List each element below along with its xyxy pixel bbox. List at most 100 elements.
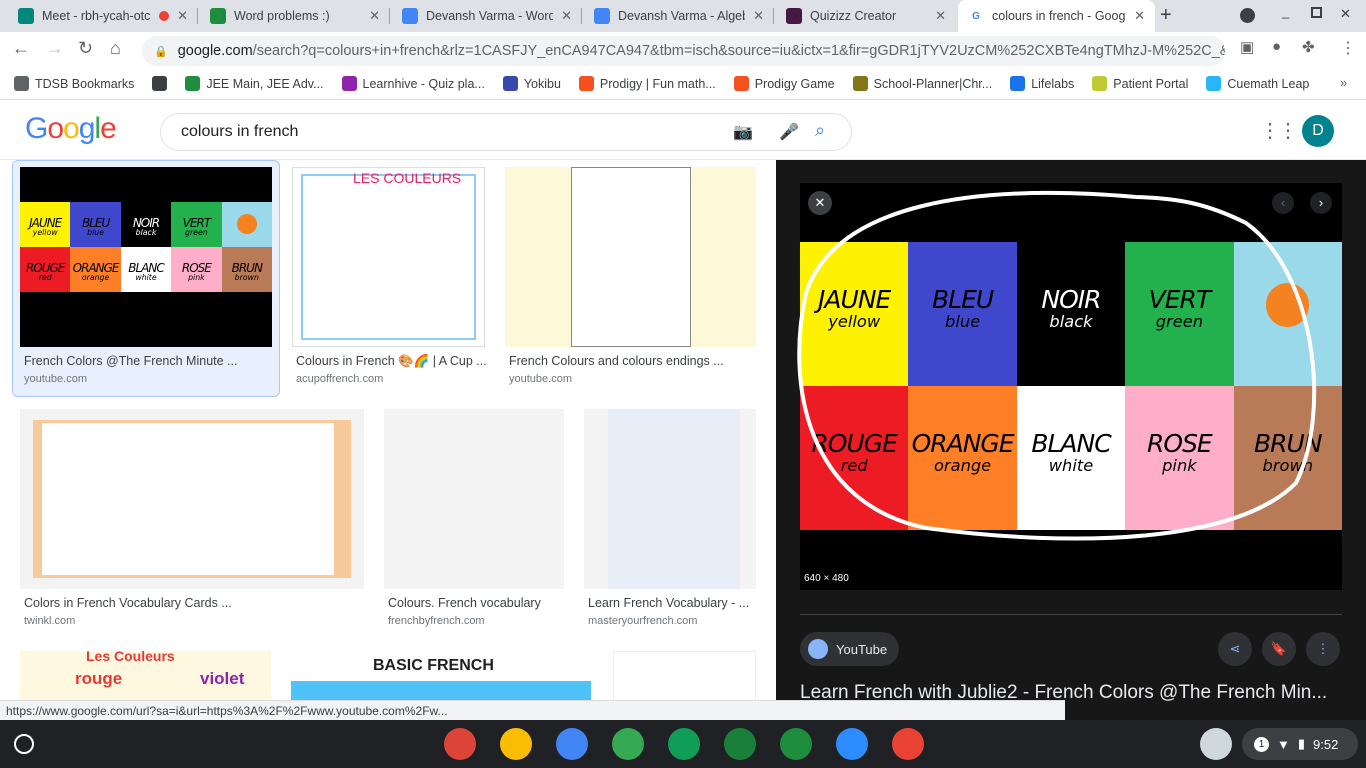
color-tile: BRUN brown bbox=[221, 247, 272, 292]
result-thumbnail[interactable] bbox=[384, 409, 564, 589]
search-icon[interactable]: ⌕ bbox=[815, 120, 825, 141]
close-tab-icon[interactable]: ✕ bbox=[177, 8, 188, 24]
previous-image-button[interactable]: ‹ bbox=[1272, 192, 1294, 214]
browser-tab[interactable]: Devansh Varma - Word ✕ bbox=[392, 0, 582, 32]
lock-icon: 🔒 bbox=[154, 45, 168, 58]
result-source: masteryourfrench.com bbox=[588, 615, 698, 627]
close-tab-icon[interactable]: ✕ bbox=[1134, 8, 1145, 24]
system-tray[interactable]: 1 ▼ ▮ 9:52 bbox=[1242, 728, 1358, 760]
color-tile: BLEU blue bbox=[70, 202, 121, 247]
close-preview-button[interactable]: ✕ bbox=[808, 191, 832, 215]
extensions-puzzle-icon[interactable]: ✤ bbox=[1302, 38, 1315, 56]
tab-separator bbox=[389, 8, 390, 24]
google-logo[interactable]: Google bbox=[25, 112, 117, 146]
bookmark-item[interactable]: Learnhive - Quiz pla... bbox=[341, 76, 485, 91]
bookmark-item[interactable]: TDSB Bookmarks bbox=[14, 76, 134, 91]
tab-separator bbox=[197, 8, 198, 24]
bookmark-favicon bbox=[502, 76, 518, 91]
bookmark-item[interactable]: Prodigy Game bbox=[733, 76, 835, 91]
share-button[interactable]: ⋖ bbox=[1218, 632, 1252, 666]
zoom-icon[interactable] bbox=[836, 728, 868, 760]
menu-icon[interactable]: ⋮ bbox=[1340, 38, 1356, 58]
chrome-icon[interactable] bbox=[444, 728, 476, 760]
extension-icon[interactable]: ▣ bbox=[1240, 38, 1254, 56]
bookmark-item[interactable]: Lifelabs bbox=[1010, 76, 1074, 91]
camera-search-icon[interactable]: 📷 bbox=[733, 122, 753, 142]
bookmark-item[interactable]: Yokibu bbox=[502, 76, 561, 91]
next-image-button[interactable]: › bbox=[1310, 192, 1332, 214]
meet-icon bbox=[18, 8, 34, 24]
docs-icon[interactable] bbox=[556, 728, 588, 760]
result-title-link[interactable]: Colours. French vocabulary bbox=[388, 596, 541, 610]
color-tile bbox=[221, 202, 272, 247]
close-tab-icon[interactable]: ✕ bbox=[935, 8, 946, 24]
bookmarks-bar: TDSB Bookmarks JEE Main, JEE Adv... Learnh… bbox=[0, 68, 1366, 100]
close-tab-icon[interactable]: ✕ bbox=[561, 8, 572, 24]
bookmark-item[interactable]: School-Planner|Chr... bbox=[852, 76, 992, 91]
address-bar[interactable]: 🔒 google.com/search?q=colours+in+french&r… bbox=[142, 36, 1225, 66]
launcher-button[interactable] bbox=[14, 734, 34, 754]
bookmark-item[interactable]: Prodigy | Fun math... bbox=[578, 76, 716, 91]
browser-tab[interactable]: Quizizz Creator ✕ bbox=[776, 0, 956, 32]
more-bookmarks-button[interactable]: » bbox=[1340, 75, 1347, 90]
thumbnail-title: LES COULEURS bbox=[353, 170, 462, 186]
result-title-link[interactable]: Colours in French 🎨🌈 | A Cup ... bbox=[296, 354, 487, 369]
back-button[interactable]: ← bbox=[12, 38, 30, 59]
bookmark-favicon bbox=[152, 76, 168, 91]
tab-search-icon[interactable] bbox=[1240, 8, 1255, 23]
bookmark-item[interactable]: Cuemath Leap bbox=[1206, 76, 1309, 91]
new-tab-button[interactable]: + bbox=[1160, 4, 1172, 27]
result-source: twinkl.com bbox=[24, 615, 76, 627]
save-bookmark-button[interactable]: 🔖 bbox=[1262, 632, 1296, 666]
close-tab-icon[interactable]: ✕ bbox=[369, 8, 380, 24]
microphone-icon[interactable]: 🎤 bbox=[779, 122, 799, 142]
gallery-icon[interactable] bbox=[892, 728, 924, 760]
account-avatar[interactable]: D bbox=[1302, 115, 1334, 147]
drive-icon[interactable] bbox=[668, 728, 700, 760]
result-title-link[interactable]: Learn French Vocabulary - ... bbox=[588, 596, 749, 610]
bookmark-item[interactable] bbox=[152, 76, 168, 91]
sheets-icon[interactable] bbox=[724, 728, 756, 760]
result-title-link[interactable]: Colors in French Vocabulary Cards ... bbox=[24, 596, 232, 610]
result-title-link[interactable]: French Colors @The French Minute ... bbox=[24, 354, 237, 368]
divider bbox=[800, 614, 1342, 615]
color-tile: ROUGE red bbox=[20, 247, 71, 292]
result-thumbnail[interactable] bbox=[584, 409, 756, 589]
tab-separator bbox=[581, 8, 582, 24]
source-chip[interactable]: YouTube bbox=[800, 632, 900, 666]
english-word: pink bbox=[188, 272, 205, 282]
bookmark-favicon bbox=[852, 76, 868, 91]
browser-tab[interactable]: Devansh Varma - Algeb ✕ bbox=[584, 0, 774, 32]
close-window-button[interactable]: ✕ bbox=[1340, 6, 1351, 22]
browser-tab[interactable]: Meet - rbh-ycah-otc ✕ bbox=[8, 0, 198, 32]
result-title-link[interactable]: French Colours and colours endings ... bbox=[509, 354, 724, 368]
minimize-button[interactable]: _ bbox=[1282, 4, 1289, 19]
maximize-button[interactable] bbox=[1311, 7, 1322, 18]
browser-tab[interactable]: Gcolours in french - Goog ✕ bbox=[958, 0, 1155, 32]
bookmark-item[interactable]: Patient Portal bbox=[1092, 76, 1188, 91]
keep-icon[interactable] bbox=[500, 728, 532, 760]
close-tab-icon[interactable]: ✕ bbox=[753, 8, 764, 24]
browser-tab[interactable]: Word problems :) ✕ bbox=[200, 0, 390, 32]
search-input[interactable]: colours in french 📷 🎤 ⌕ bbox=[160, 113, 852, 151]
result-thumbnail[interactable] bbox=[505, 167, 756, 347]
classroom-icon[interactable] bbox=[780, 728, 812, 760]
home-button[interactable]: ⌂ bbox=[110, 38, 121, 59]
forward-button[interactable]: → bbox=[46, 38, 64, 59]
result-source: frenchbyfrench.com bbox=[388, 615, 485, 627]
bookmark-favicon bbox=[733, 76, 749, 91]
more-options-button[interactable]: ⋮ bbox=[1306, 632, 1340, 666]
user-avatar[interactable] bbox=[1200, 728, 1232, 760]
app-icon[interactable] bbox=[612, 728, 644, 760]
bookmark-item[interactable]: JEE Main, JEE Adv... bbox=[185, 76, 324, 91]
result-thumbnail[interactable]: LES COULEURS bbox=[292, 167, 485, 347]
status-bar-url: https://www.google.com/url?sa=i&url=http… bbox=[0, 700, 1065, 720]
battery-icon: ▮ bbox=[1297, 736, 1306, 751]
reload-button[interactable]: ↻ bbox=[78, 38, 93, 59]
recording-icon bbox=[159, 11, 170, 21]
english-word: yellow bbox=[32, 227, 58, 237]
extension-icon[interactable]: ● bbox=[1272, 38, 1281, 55]
result-thumbnail[interactable]: JAUNE yellow BLEU blue NOIR black VERT green ROU… bbox=[20, 167, 272, 347]
color-tile: VERT green bbox=[171, 202, 222, 247]
result-thumbnail[interactable] bbox=[20, 409, 364, 589]
